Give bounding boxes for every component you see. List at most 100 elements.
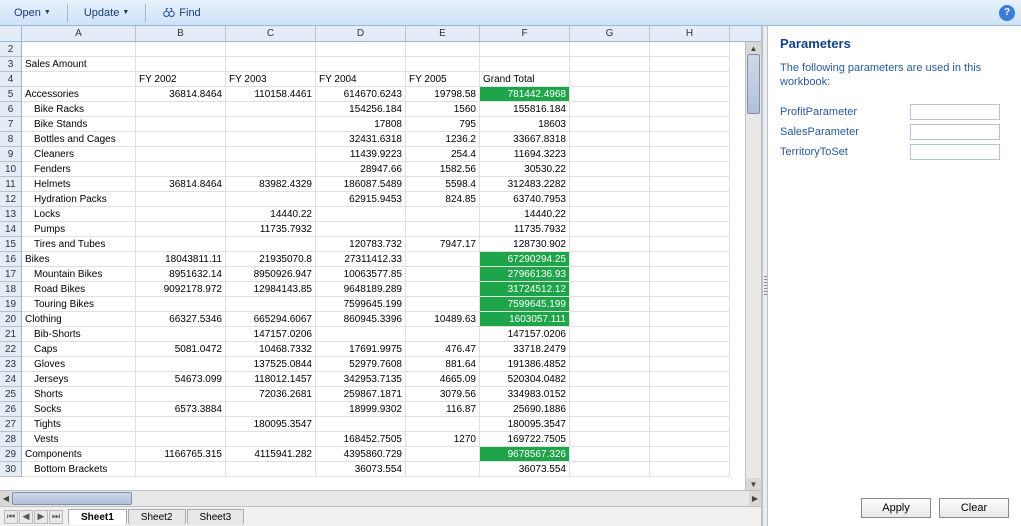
cell[interactable]: 191386.4852 xyxy=(480,357,570,372)
cell[interactable] xyxy=(136,237,226,252)
cell[interactable] xyxy=(650,192,730,207)
cell[interactable] xyxy=(570,162,650,177)
row-header[interactable]: 6 xyxy=(0,102,22,117)
row-header[interactable]: 29 xyxy=(0,447,22,462)
cell[interactable]: 781442.4968 xyxy=(480,87,570,102)
cell[interactable]: Caps xyxy=(22,342,136,357)
cell[interactable] xyxy=(136,327,226,342)
cell[interactable]: Clothing xyxy=(22,312,136,327)
cell[interactable]: Helmets xyxy=(22,177,136,192)
parameter-input[interactable] xyxy=(910,104,1000,120)
cell[interactable]: Sales Amount xyxy=(22,57,136,72)
cell[interactable]: 476.47 xyxy=(406,342,480,357)
cell[interactable] xyxy=(480,42,570,57)
cell[interactable] xyxy=(136,147,226,162)
cell[interactable]: 1560 xyxy=(406,102,480,117)
cell[interactable]: 27966136.93 xyxy=(480,267,570,282)
cell[interactable]: Touring Bikes xyxy=(22,297,136,312)
cell[interactable]: Bike Racks xyxy=(22,102,136,117)
cell[interactable] xyxy=(570,72,650,87)
cell[interactable]: 10468.7332 xyxy=(226,342,316,357)
cell[interactable] xyxy=(316,57,406,72)
row-header[interactable]: 12 xyxy=(0,192,22,207)
cell[interactable]: 4665.09 xyxy=(406,372,480,387)
cell[interactable]: 116.87 xyxy=(406,402,480,417)
cell[interactable] xyxy=(22,42,136,57)
row-header[interactable]: 30 xyxy=(0,462,22,477)
cell[interactable]: 36814.8464 xyxy=(136,177,226,192)
cell[interactable]: 186087.5489 xyxy=(316,177,406,192)
cell[interactable]: Road Bikes xyxy=(22,282,136,297)
cell[interactable]: FY 2003 xyxy=(226,72,316,87)
cell[interactable]: Components xyxy=(22,447,136,462)
cell[interactable] xyxy=(136,102,226,117)
row-header[interactable]: 11 xyxy=(0,177,22,192)
cell[interactable]: 5598.4 xyxy=(406,177,480,192)
row-header[interactable]: 4 xyxy=(0,72,22,87)
cell[interactable] xyxy=(650,312,730,327)
cell[interactable]: Shorts xyxy=(22,387,136,402)
cell[interactable] xyxy=(226,432,316,447)
cell[interactable] xyxy=(570,402,650,417)
cell[interactable] xyxy=(570,87,650,102)
cell[interactable]: 18999.9302 xyxy=(316,402,406,417)
cell[interactable] xyxy=(650,432,730,447)
col-header[interactable]: H xyxy=(650,26,730,41)
cell[interactable] xyxy=(570,42,650,57)
cell[interactable]: 14440.22 xyxy=(226,207,316,222)
cell[interactable] xyxy=(570,57,650,72)
cell[interactable]: 14440.22 xyxy=(480,207,570,222)
cell[interactable]: FY 2002 xyxy=(136,72,226,87)
cell[interactable]: 154256.184 xyxy=(316,102,406,117)
cell[interactable]: 28947.66 xyxy=(316,162,406,177)
cell[interactable]: 128730.902 xyxy=(480,237,570,252)
cell[interactable]: 137525.0844 xyxy=(226,357,316,372)
cell[interactable]: 25690.1886 xyxy=(480,402,570,417)
sheet-tab[interactable]: Sheet2 xyxy=(128,509,186,525)
cell[interactable]: Bottom Brackets xyxy=(22,462,136,477)
cell[interactable] xyxy=(570,102,650,117)
cell[interactable]: Vests xyxy=(22,432,136,447)
cell[interactable]: Bib-Shorts xyxy=(22,327,136,342)
cell[interactable]: 36073.554 xyxy=(480,462,570,477)
cell[interactable] xyxy=(136,132,226,147)
cell[interactable]: 21935070.8 xyxy=(226,252,316,267)
cell[interactable]: 52979.7608 xyxy=(316,357,406,372)
cell[interactable] xyxy=(570,117,650,132)
open-menu[interactable]: Open ▼ xyxy=(6,4,59,22)
cell[interactable] xyxy=(570,147,650,162)
cell[interactable] xyxy=(226,132,316,147)
cell[interactable] xyxy=(650,147,730,162)
cell[interactable]: 147157.0206 xyxy=(226,327,316,342)
cell[interactable]: 67290294.25 xyxy=(480,252,570,267)
cell[interactable] xyxy=(650,342,730,357)
cell[interactable] xyxy=(570,387,650,402)
cell[interactable]: 1236.2 xyxy=(406,132,480,147)
cell[interactable]: 334983.0152 xyxy=(480,387,570,402)
cell[interactable] xyxy=(570,342,650,357)
cell[interactable]: 8950926.947 xyxy=(226,267,316,282)
cell[interactable]: 342953.7135 xyxy=(316,372,406,387)
cell[interactable]: 7947.17 xyxy=(406,237,480,252)
cell[interactable]: FY 2004 xyxy=(316,72,406,87)
row-header[interactable]: 24 xyxy=(0,372,22,387)
cell[interactable] xyxy=(650,162,730,177)
update-menu[interactable]: Update ▼ xyxy=(76,4,137,22)
cell[interactable]: Mountain Bikes xyxy=(22,267,136,282)
cell[interactable]: Bottles and Cages xyxy=(22,132,136,147)
cell[interactable] xyxy=(570,312,650,327)
cell[interactable] xyxy=(316,417,406,432)
cell[interactable] xyxy=(570,432,650,447)
cell[interactable] xyxy=(226,42,316,57)
col-header[interactable]: B xyxy=(136,26,226,41)
scroll-right-arrow[interactable]: ▶ xyxy=(749,491,761,506)
scroll-down-arrow[interactable]: ▼ xyxy=(746,478,761,490)
cell[interactable] xyxy=(650,372,730,387)
cell[interactable]: Gloves xyxy=(22,357,136,372)
col-header[interactable]: D xyxy=(316,26,406,41)
cell[interactable] xyxy=(406,417,480,432)
cell[interactable]: 12984143.85 xyxy=(226,282,316,297)
cell[interactable]: 7599645.199 xyxy=(480,297,570,312)
row-header[interactable]: 16 xyxy=(0,252,22,267)
cell[interactable]: 824.85 xyxy=(406,192,480,207)
